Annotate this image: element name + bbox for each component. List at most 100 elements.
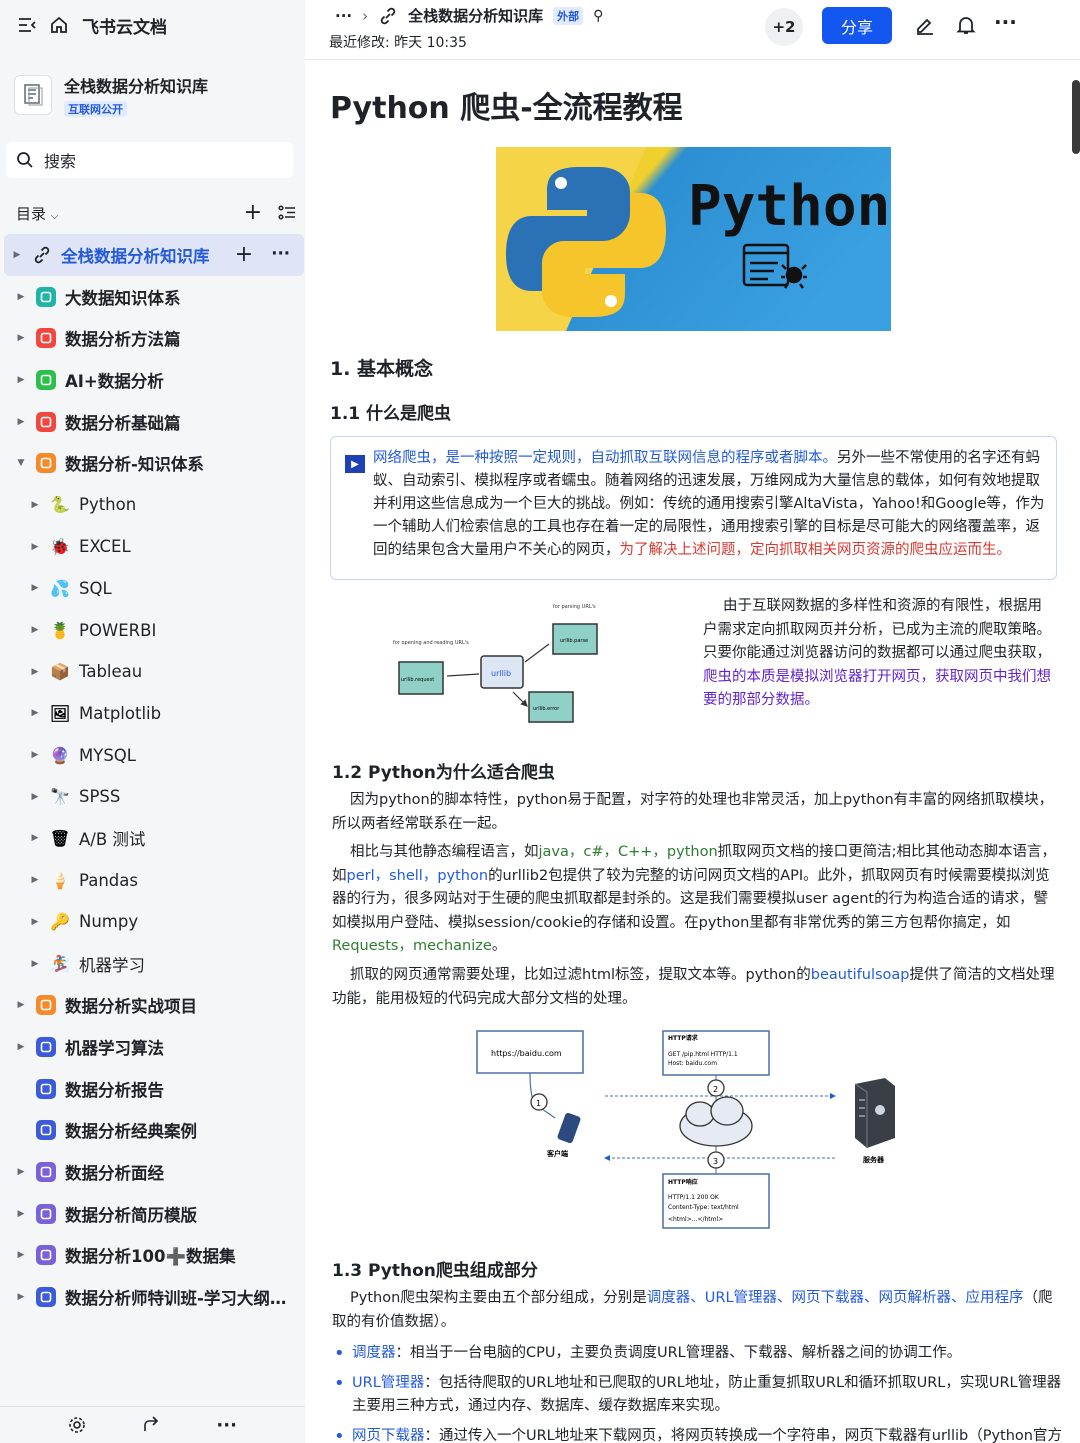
- http-response-line3: <html>...</html>: [668, 1216, 723, 1223]
- caret-right-icon[interactable]: ▶: [14, 417, 28, 427]
- caret-right-icon[interactable]: ▶: [28, 500, 42, 510]
- sidebar-item-label: SPSS: [79, 787, 121, 807]
- list-settings-icon[interactable]: [278, 205, 296, 221]
- caret-right-icon[interactable]: ▶: [14, 292, 28, 302]
- parts-list: 调度器、URL管理器、网页下载器、网页解析器、应用程序: [646, 1290, 1024, 1306]
- sidebar-item-20[interactable]: 数据分析报告: [4, 1068, 304, 1110]
- caret-right-icon[interactable]: ▶: [14, 375, 28, 385]
- folder-icon: [36, 411, 56, 432]
- caret-right-icon[interactable]: ▶: [28, 917, 42, 927]
- caret-right-icon[interactable]: ▶: [28, 792, 42, 802]
- sidebar-item-10[interactable]: ▶ 📦 Tableau: [4, 651, 304, 693]
- sidebar-item-16[interactable]: ▶ 🔑 Numpy: [4, 901, 304, 943]
- sidebar-item-7[interactable]: ▶ 🐞 EXCEL: [4, 526, 304, 568]
- sidebar-item-9[interactable]: ▶ 🍍 POWERBI: [4, 609, 304, 651]
- sidebar-item-24[interactable]: ▶ 数据分析100➕数据集: [4, 1235, 304, 1277]
- knowledge-base-header[interactable]: 全栈数据分析知识库 互联网公开: [14, 70, 294, 120]
- sidebar-item-label: 数据分析-知识体系: [65, 455, 204, 475]
- sidebar-item-11[interactable]: ▶ 🖼 Matplotlib: [4, 693, 304, 735]
- callout-text: 网络爬虫，是一种按照一定规则，自动抓取互联网信息的程序或者脚本。另外一些不常使用…: [373, 447, 1048, 562]
- caret-right-icon[interactable]: ▶: [28, 583, 42, 593]
- sidebar-item-4[interactable]: ▶ 数据分析基础篇: [4, 401, 304, 443]
- caret-right-icon[interactable]: ▶: [28, 542, 42, 552]
- sidebar-item-6[interactable]: ▶ 🐍 Python: [4, 484, 304, 526]
- search-input[interactable]: 搜索: [6, 142, 293, 178]
- caret-right-icon[interactable]: ▶: [14, 1292, 28, 1302]
- sidebar-item-8[interactable]: ▶ 💦 SQL: [4, 568, 304, 610]
- http-request-line2: Host: baidu.com: [668, 1060, 717, 1067]
- caret-right-icon[interactable]: ▶: [28, 625, 42, 635]
- sidebar-item-22[interactable]: ▶ 数据分析面经: [4, 1151, 304, 1193]
- caret-right-icon[interactable]: ▶: [14, 1000, 28, 1010]
- python-banner-image: Python: [496, 147, 891, 331]
- sidebar-item-18[interactable]: ▶ 数据分析实战项目: [4, 984, 304, 1026]
- caret-right-icon[interactable]: ▶: [14, 1209, 28, 1219]
- caret-right-icon[interactable]: ▶: [14, 1167, 28, 1177]
- caret-right-icon[interactable]: ▶: [10, 250, 24, 260]
- link-icon: [378, 6, 398, 26]
- caret-right-icon[interactable]: ▶: [28, 708, 42, 718]
- more-icon[interactable]: ···: [216, 1415, 237, 1436]
- folder-icon: [36, 1161, 56, 1182]
- caret-down-icon[interactable]: ▼: [14, 458, 28, 468]
- share-arrow-icon[interactable]: [142, 1416, 160, 1434]
- callout-end: 为了解决上述问题，定向抓取相关网页资源的爬虫应运而生。: [619, 542, 1012, 558]
- breadcrumb-more-icon[interactable]: ···: [335, 7, 352, 25]
- row-more-icon[interactable]: ···: [271, 244, 290, 266]
- side-text: 由于互联网数据的多样性和资源的有限性，根据用户需求定向抓取网页并分析，已成为主流…: [703, 598, 1051, 661]
- add-page-icon[interactable]: +: [244, 202, 262, 224]
- sidebar-item-15[interactable]: ▶ 🍦 Pandas: [4, 859, 304, 901]
- folder-icon: [36, 328, 56, 349]
- share-button[interactable]: 分享: [822, 7, 892, 44]
- sidebar-item-14[interactable]: ▶ 🗑 A/B 测试: [4, 818, 304, 860]
- home-icon[interactable]: [50, 16, 68, 34]
- sidebar-item-1[interactable]: ▶ 大数据知识体系: [4, 276, 304, 318]
- sidebar-item-23[interactable]: ▶ 数据分析简历模版: [4, 1193, 304, 1235]
- caret-right-icon[interactable]: ▶: [28, 833, 42, 843]
- document-icon: [14, 75, 52, 115]
- caret-right-icon[interactable]: ▶: [28, 875, 42, 885]
- why-paragraph-3: 抓取的网页通常需要处理，比如过滤html标签，提取文本等。python的beau…: [332, 964, 1057, 1011]
- sidebar-item-label: Python: [79, 495, 137, 515]
- sidebar-item-12[interactable]: ▶ 🔮 MYSQL: [4, 734, 304, 776]
- page-emoji-icon: 🍍: [50, 620, 70, 640]
- app-name[interactable]: 飞书云文档: [82, 13, 167, 38]
- pin-icon[interactable]: ⚲: [593, 8, 603, 24]
- bell-icon[interactable]: [955, 14, 977, 36]
- sidebar-item-0[interactable]: ▶ 全栈数据分析知识库 + ···: [4, 234, 304, 276]
- side-text-link: 爬虫的本质是模拟浏览器打开网页，获取网页中我们想要的那部分数据。: [703, 668, 1051, 709]
- sidebar-item-21[interactable]: 数据分析经典案例: [4, 1109, 304, 1151]
- sidebar-item-label: A/B 测试: [79, 830, 146, 850]
- sidebar-item-19[interactable]: ▶ 机器学习算法: [4, 1026, 304, 1068]
- sidebar-item-3[interactable]: ▶ AI+数据分析: [4, 359, 304, 401]
- collaborators-count[interactable]: +2: [765, 8, 803, 46]
- external-tag: 外部: [553, 6, 584, 25]
- phone-icon: [557, 1112, 581, 1144]
- bullet-item: URL管理器：包括待爬取的URL地址和已爬取的URL地址，防止重复抓取URL和循…: [330, 1372, 1065, 1418]
- server-label: 服务器: [863, 1155, 885, 1164]
- collapse-sidebar-icon[interactable]: [18, 17, 36, 33]
- sidebar-item-2[interactable]: ▶ 数据分析方法篇: [4, 317, 304, 359]
- caret-right-icon[interactable]: ▶: [14, 1042, 28, 1052]
- cloud-icon: [679, 1096, 753, 1147]
- sidebar-topbar: 飞书云文档: [0, 0, 305, 50]
- breadcrumb-doc[interactable]: 全栈数据分析知识库: [408, 5, 543, 26]
- settings-icon[interactable]: [68, 1416, 86, 1434]
- caret-right-icon[interactable]: ▶: [28, 959, 42, 969]
- folder-icon: [36, 1078, 56, 1099]
- sidebar-item-17[interactable]: ▶ 🏂 机器学习: [4, 943, 304, 985]
- sidebar-item-label: 数据分析基础篇: [65, 413, 181, 433]
- toc-dropdown[interactable]: 目录 ⌵: [16, 203, 58, 224]
- sidebar-item-25[interactable]: ▶ 数据分析师特训班-学习大纲（...: [4, 1276, 304, 1318]
- add-child-icon[interactable]: +: [235, 243, 253, 266]
- caret-right-icon[interactable]: ▶: [28, 750, 42, 760]
- more-options-icon[interactable]: ···: [994, 10, 1017, 34]
- sidebar-item-13[interactable]: ▶ 🔭 SPSS: [4, 776, 304, 818]
- why-p3-a: 抓取的网页通常需要处理，比如过滤html标签，提取文本等。python的: [350, 967, 811, 983]
- caret-right-icon[interactable]: ▶: [28, 667, 42, 677]
- sidebar-item-5[interactable]: ▼ 数据分析-知识体系: [4, 442, 304, 484]
- caret-right-icon[interactable]: ▶: [14, 1250, 28, 1260]
- caret-right-icon[interactable]: ▶: [14, 333, 28, 343]
- why-paragraph-2: 相比与其他静态编程语言，如java，c#，C++，python抓取网页文档的接口…: [332, 844, 1057, 954]
- edit-icon[interactable]: [914, 14, 936, 36]
